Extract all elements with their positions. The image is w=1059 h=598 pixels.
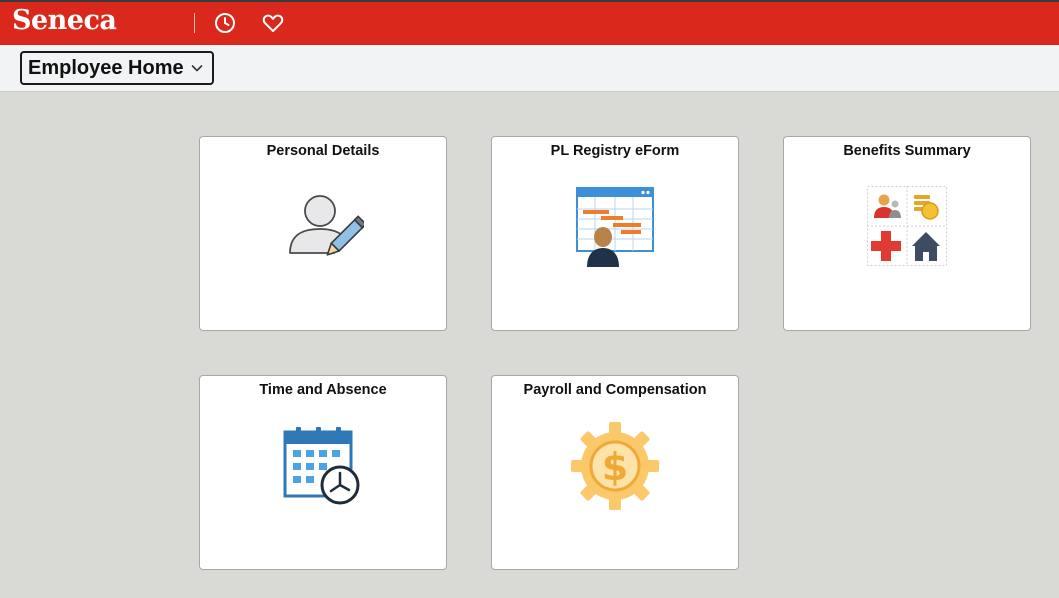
tile-title: PL Registry eForm	[550, 143, 680, 159]
tile-icon-container	[283, 426, 363, 506]
homepage-title: Employee Home	[28, 56, 184, 79]
tile-time-and-absence[interactable]: Time and Absence	[199, 375, 447, 570]
heart-icon	[262, 14, 284, 32]
calendar-clock-icon	[283, 427, 360, 505]
dollar-gear-icon: $	[571, 422, 659, 510]
tile-personal-details[interactable]: Personal Details	[199, 136, 447, 331]
tile-icon-container	[575, 187, 655, 267]
tile-title: Personal Details	[266, 143, 380, 159]
top-banner: Seneca	[0, 0, 1059, 45]
tile-icon-container	[867, 186, 947, 266]
svg-text:$: $	[602, 445, 628, 489]
homepage-selector[interactable]: Employee Home	[20, 51, 214, 85]
tile-payroll-and-compensation[interactable]: Payroll and Compensation $	[491, 375, 739, 570]
recent-places-button[interactable]	[213, 11, 237, 35]
chevron-down-icon	[191, 65, 202, 72]
tile-icon-container: $	[569, 420, 661, 512]
banner-divider	[194, 13, 195, 33]
person-edit-icon	[289, 195, 364, 256]
tile-benefits-summary[interactable]: Benefits Summary	[783, 136, 1031, 331]
tile-icon-container	[282, 187, 364, 267]
favorites-button[interactable]	[261, 11, 285, 35]
tile-pl-registry-eform[interactable]: PL Registry eForm	[491, 136, 739, 331]
benefits-grid-icon	[867, 186, 947, 266]
tile-title: Time and Absence	[259, 382, 387, 398]
clock-icon	[215, 13, 235, 33]
tile-title: Benefits Summary	[843, 143, 971, 159]
registry-form-icon	[576, 187, 654, 267]
tile-title: Payroll and Compensation	[523, 382, 707, 398]
homepage-bar: Employee Home	[0, 45, 1059, 92]
seneca-logo[interactable]: Seneca	[12, 5, 117, 36]
